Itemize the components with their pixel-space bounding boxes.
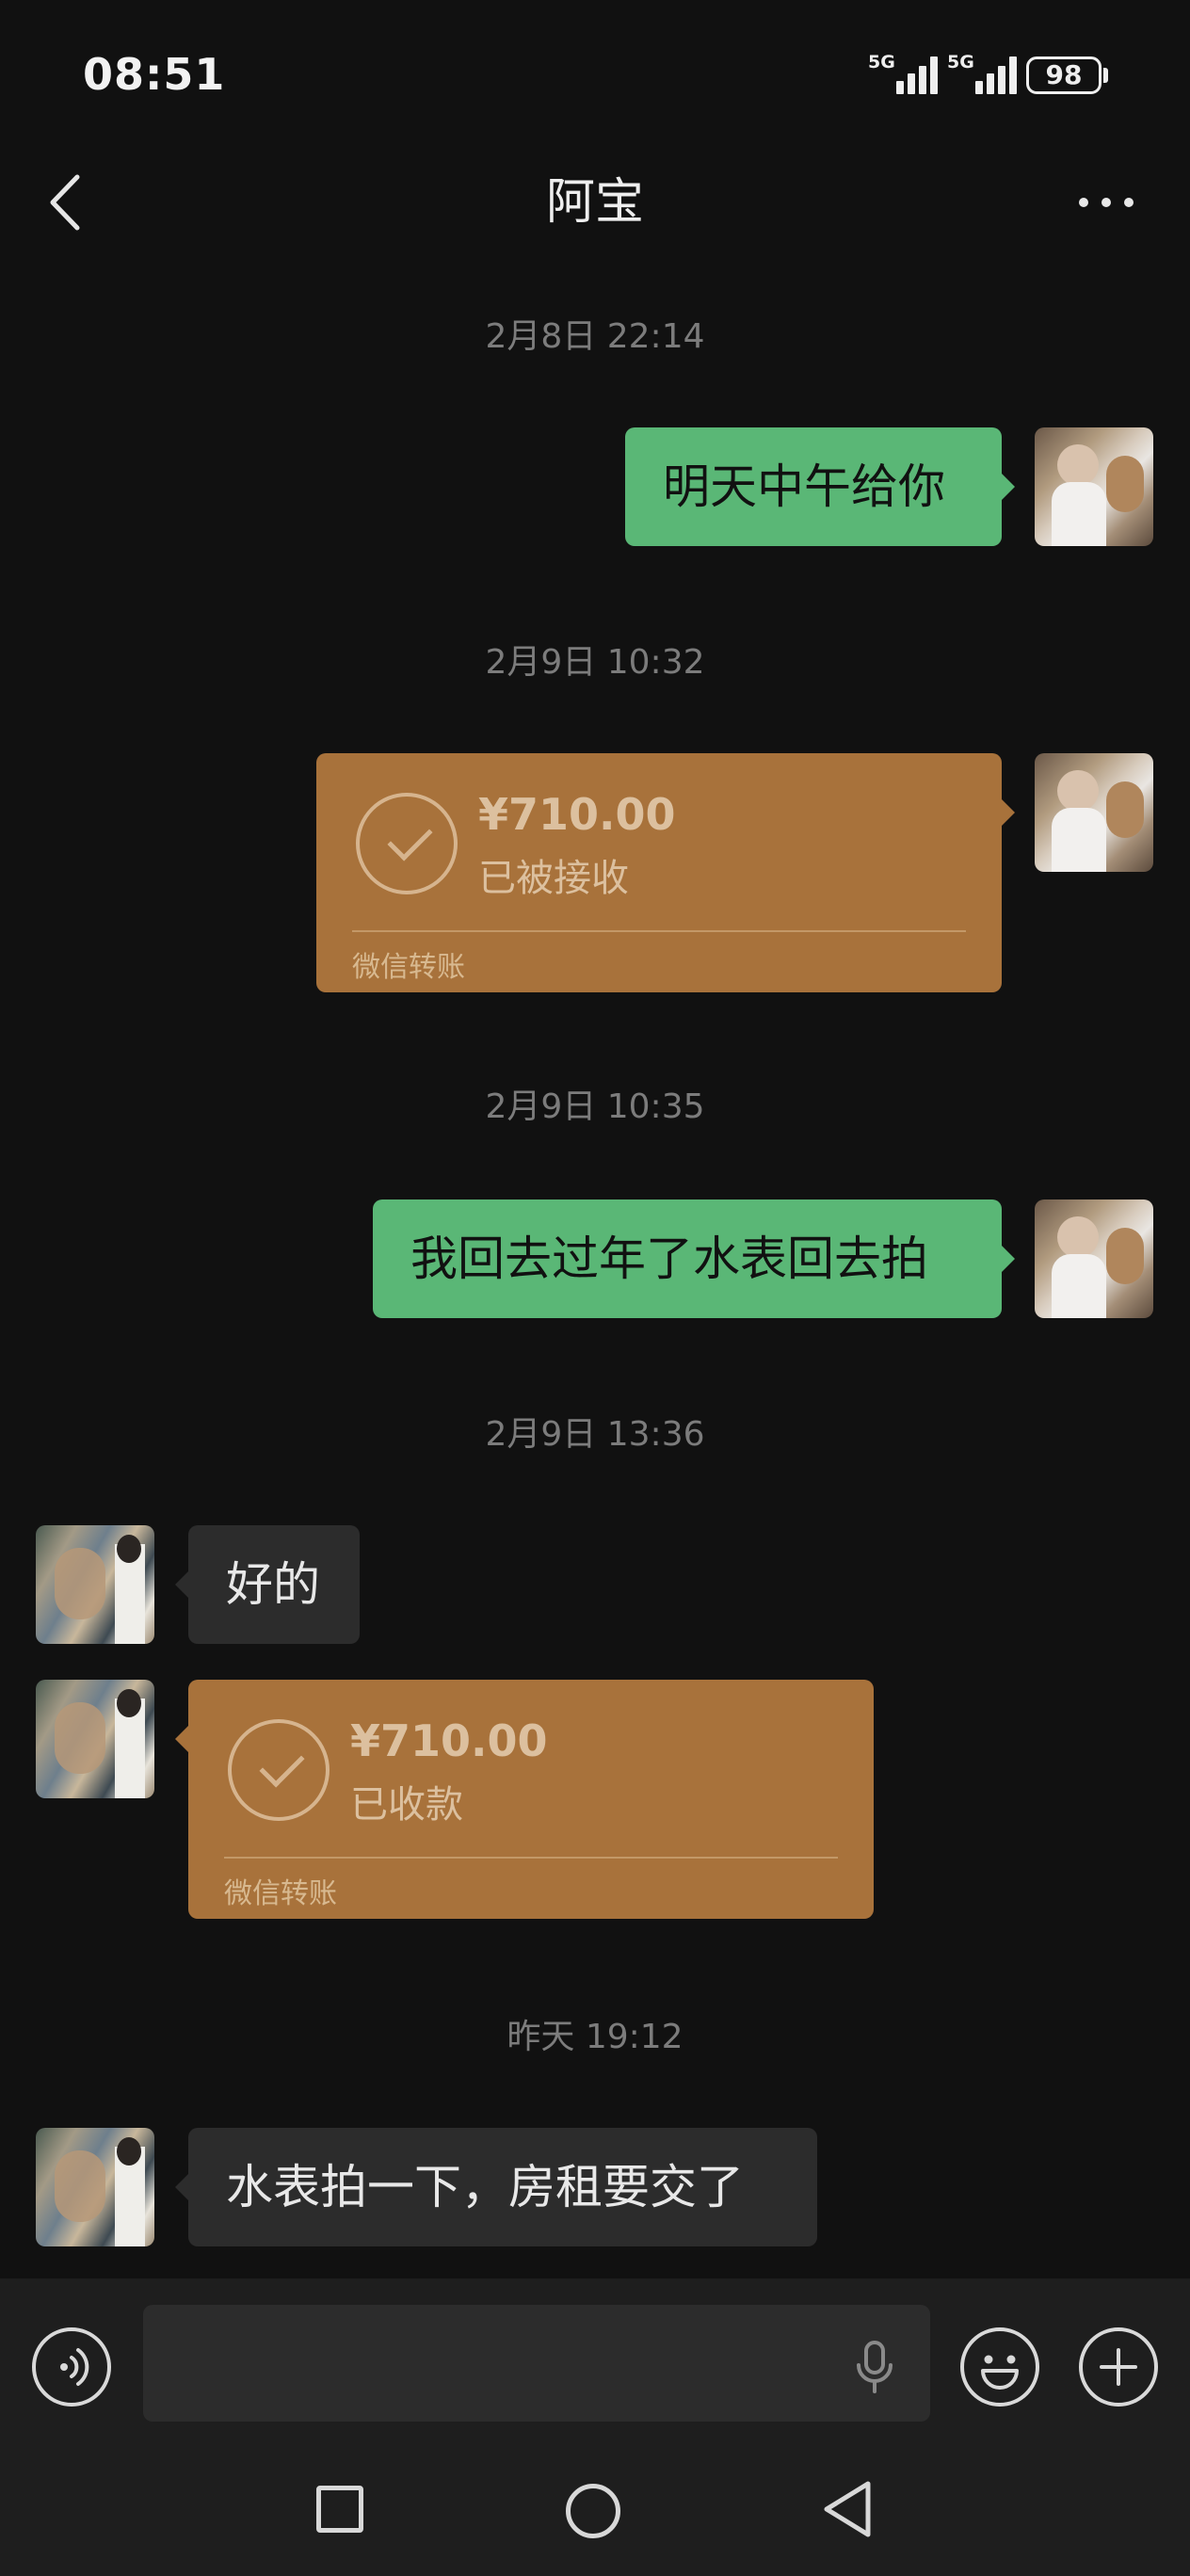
signal-icon: 5G — [868, 53, 941, 96]
system-nav-bar — [0, 2437, 1190, 2576]
outgoing-message-bubble[interactable]: 明天中午给你 — [625, 427, 1015, 546]
contact-avatar[interactable] — [36, 1680, 154, 1798]
signal-icon-2: 5G — [947, 53, 1021, 96]
transfer-amount: ¥710.00 — [478, 789, 676, 840]
message-input[interactable] — [143, 2305, 930, 2422]
battery-tip — [1103, 68, 1108, 83]
battery-icon: 98 — [1026, 56, 1102, 94]
battery-level: 98 — [1045, 59, 1083, 90]
incoming-message-bubble[interactable]: 水表拍一下，房租要交了 — [175, 2128, 817, 2246]
transfer-status: 已收款 — [350, 1783, 463, 1827]
timestamp: 2月8日 22:14 — [485, 317, 705, 356]
network-type-label: 5G — [868, 52, 895, 72]
message-text: 明天中午给你 — [663, 459, 945, 514]
timestamp: 昨天 19:12 — [507, 2018, 683, 2056]
contact-avatar[interactable] — [36, 1525, 154, 1644]
home-icon[interactable] — [566, 2484, 620, 2538]
more-horizontal-icon[interactable] — [1073, 185, 1139, 222]
my-avatar[interactable] — [1035, 1199, 1153, 1318]
message-text: 水表拍一下，房租要交了 — [226, 2160, 744, 2214]
transfer-card-sent[interactable]: ¥710.00 已被接收 微信转账 — [316, 753, 1015, 992]
divider — [224, 1857, 838, 1859]
divider — [352, 930, 966, 932]
network-type-label-2: 5G — [947, 52, 974, 72]
message-text: 我回去过年了水表回去拍 — [410, 1232, 928, 1286]
chat-title: 阿宝 — [545, 174, 644, 231]
timestamp: 2月9日 10:32 — [485, 643, 705, 682]
outgoing-message-bubble[interactable]: 我回去过年了水表回去拍 — [373, 1199, 1015, 1318]
transfer-card-received[interactable]: ¥710.00 已收款 微信转账 — [175, 1680, 874, 1919]
my-avatar[interactable] — [1035, 427, 1153, 546]
microphone-icon[interactable] — [851, 2339, 898, 2395]
input-bar — [0, 2278, 1190, 2437]
back-triangle-icon[interactable] — [819, 2476, 876, 2542]
timestamp: 2月9日 13:36 — [485, 1415, 705, 1454]
transfer-amount: ¥710.00 — [350, 1715, 548, 1766]
voice-icon[interactable] — [32, 2327, 111, 2407]
message-text: 好的 — [226, 1557, 320, 1612]
status-bar: 08:51 5G 5G 98 — [0, 0, 1190, 141]
check-circle-icon — [228, 1719, 330, 1821]
my-avatar[interactable] — [1035, 753, 1153, 872]
transfer-status: 已被接收 — [478, 857, 629, 900]
emoji-icon[interactable] — [960, 2327, 1039, 2407]
plus-circle-icon[interactable] — [1079, 2327, 1158, 2407]
incoming-message-bubble[interactable]: 好的 — [175, 1525, 360, 1644]
transfer-caption: 微信转账 — [224, 1877, 337, 1910]
status-time: 08:51 — [83, 49, 226, 100]
timestamp: 2月9日 10:35 — [485, 1087, 705, 1126]
transfer-caption: 微信转账 — [352, 951, 465, 984]
contact-avatar[interactable] — [36, 2128, 154, 2246]
recent-apps-icon[interactable] — [316, 2486, 363, 2533]
check-circle-icon — [356, 793, 458, 894]
